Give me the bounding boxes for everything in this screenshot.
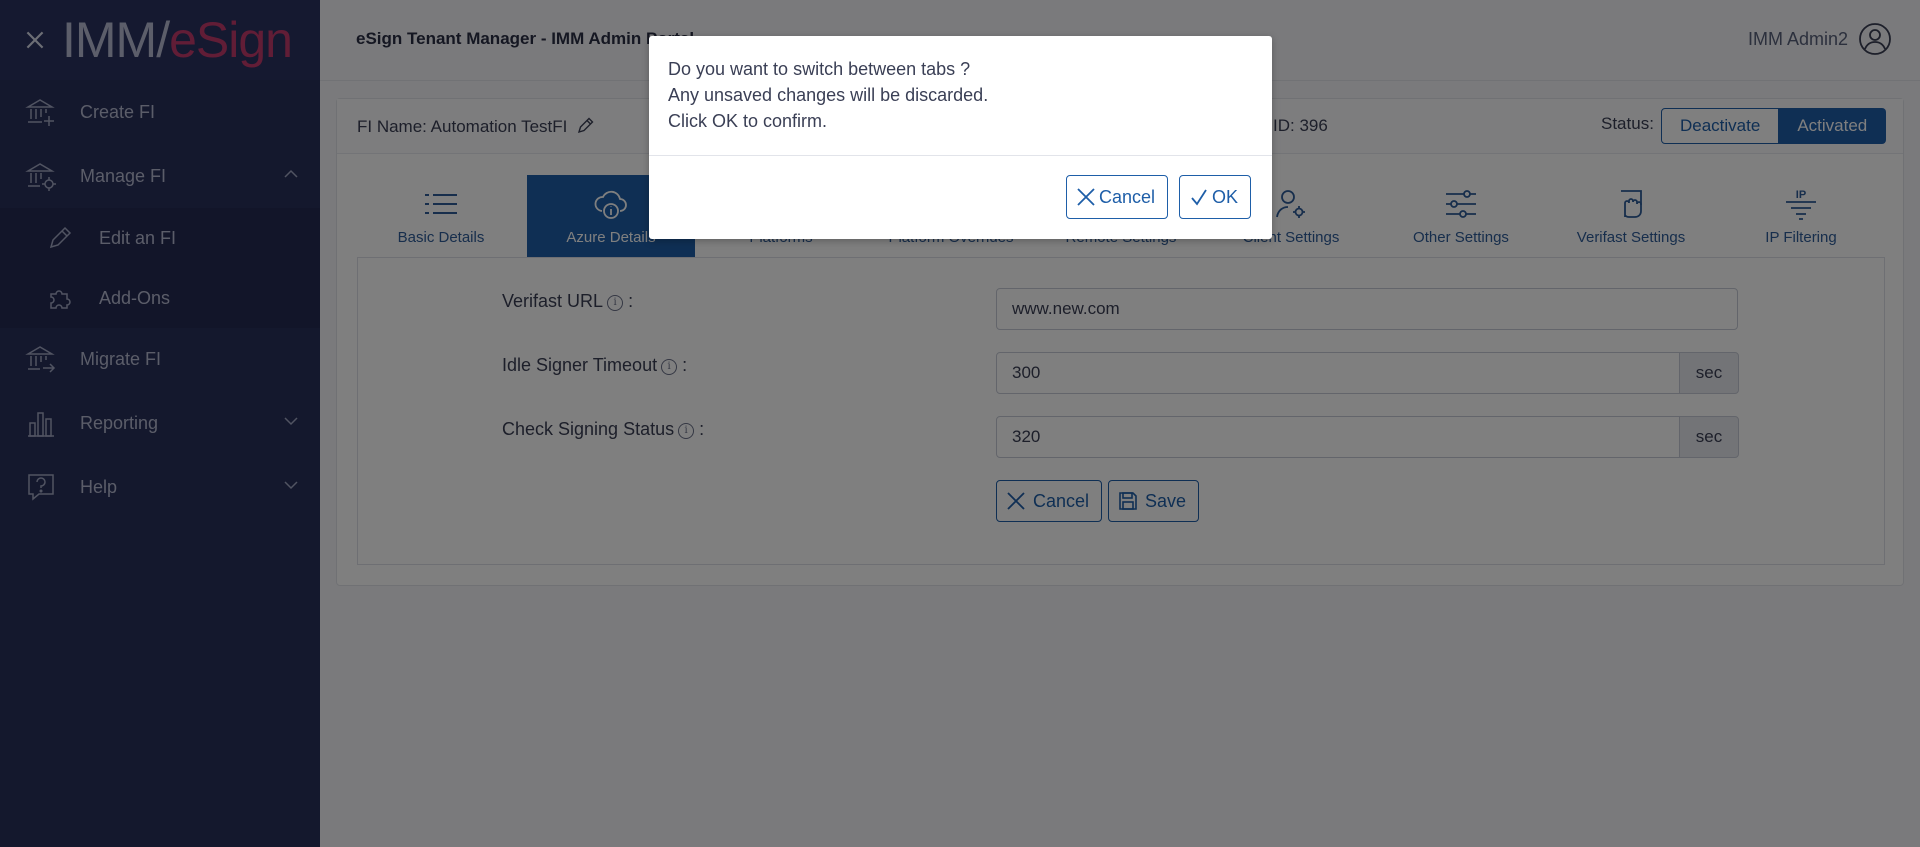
dialog-cancel-button[interactable]: Cancel bbox=[1066, 175, 1169, 219]
check-icon bbox=[1191, 189, 1207, 206]
dialog-line: Click OK to confirm. bbox=[668, 111, 828, 131]
confirm-dialog-message: Do you want to switch between tabs ? Any… bbox=[649, 36, 1272, 156]
button-label: Cancel bbox=[1099, 186, 1156, 207]
close-icon bbox=[1077, 188, 1095, 206]
button-label: OK bbox=[1212, 186, 1239, 207]
dialog-ok-button[interactable]: OK bbox=[1179, 175, 1252, 219]
confirm-dialog: Do you want to switch between tabs ? Any… bbox=[649, 36, 1272, 239]
dialog-line: Any unsaved changes will be discarded. bbox=[668, 85, 989, 105]
dialog-line: Do you want to switch between tabs ? bbox=[668, 59, 971, 79]
